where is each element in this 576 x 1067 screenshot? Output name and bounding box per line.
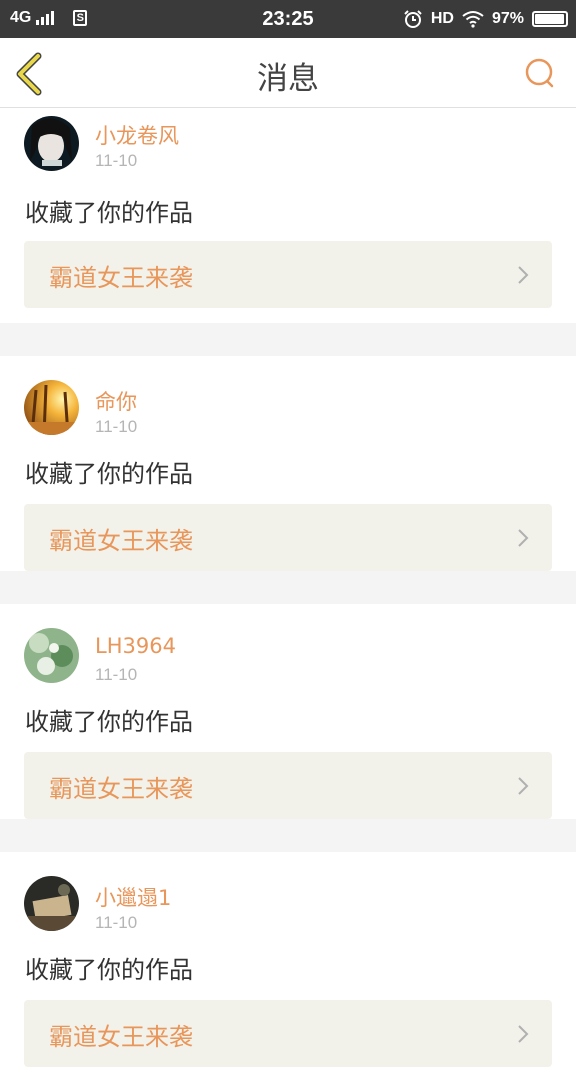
divider xyxy=(0,323,576,356)
username[interactable]: 小龙卷风 xyxy=(95,120,179,150)
page-title: 消息 xyxy=(257,61,319,97)
work-title: 霸道女王来袭 xyxy=(49,264,193,292)
work-link[interactable]: 霸道女王来袭 xyxy=(24,752,552,819)
work-link[interactable]: 霸道女王来袭 xyxy=(24,241,552,308)
message-card: 命你 11-10 收藏了你的作品 霸道女王来袭 xyxy=(0,356,576,571)
work-link[interactable]: 霸道女王来袭 xyxy=(24,1000,552,1067)
avatar[interactable] xyxy=(24,628,79,683)
message-card: LH3964 11-10 收藏了你的作品 霸道女王来袭 xyxy=(0,604,576,819)
wifi-icon xyxy=(462,11,484,28)
message-date: 11-10 xyxy=(95,665,138,684)
message-text: 收藏了你的作品 xyxy=(25,708,193,736)
work-title: 霸道女王来袭 xyxy=(49,1023,193,1051)
chevron-right-icon xyxy=(518,529,529,547)
alarm-icon xyxy=(404,10,422,28)
status-bar: 4G S 23:25 HD 97% xyxy=(0,0,576,38)
message-date: 11-10 xyxy=(95,417,138,436)
hd-indicator: HD xyxy=(430,10,454,27)
work-title: 霸道女王来袭 xyxy=(49,775,193,803)
message-list: 小龙卷风 11-10 收藏了你的作品 霸道女王来袭 命你 11-10 收藏了你的… xyxy=(0,108,576,1067)
username[interactable]: 小邋遢1 xyxy=(95,882,171,912)
battery-percent: 97% xyxy=(491,10,524,27)
message-text: 收藏了你的作品 xyxy=(25,199,193,227)
divider xyxy=(0,819,576,852)
username[interactable]: LH3964 xyxy=(95,634,176,658)
username[interactable]: 命你 xyxy=(95,386,137,416)
chevron-right-icon xyxy=(518,266,529,284)
work-title: 霸道女王来袭 xyxy=(49,527,193,555)
message-card: 小邋遢1 11-10 收藏了你的作品 霸道女王来袭 xyxy=(0,852,576,1067)
message-card: 小龙卷风 11-10 收藏了你的作品 霸道女王来袭 xyxy=(0,108,576,323)
chevron-right-icon xyxy=(518,777,529,795)
message-text: 收藏了你的作品 xyxy=(25,956,193,984)
avatar[interactable] xyxy=(24,380,79,435)
header: 消息 xyxy=(0,38,576,108)
status-right: HD 97% xyxy=(403,9,568,29)
divider xyxy=(0,571,576,604)
search-button[interactable] xyxy=(520,54,560,94)
avatar[interactable] xyxy=(24,116,79,171)
search-icon xyxy=(525,58,554,88)
battery-icon xyxy=(532,11,568,27)
message-date: 11-10 xyxy=(95,913,138,932)
work-link[interactable]: 霸道女王来袭 xyxy=(24,504,552,571)
message-date: 11-10 xyxy=(95,151,138,170)
chevron-right-icon xyxy=(518,1025,529,1043)
message-text: 收藏了你的作品 xyxy=(25,460,193,488)
avatar[interactable] xyxy=(24,876,79,931)
